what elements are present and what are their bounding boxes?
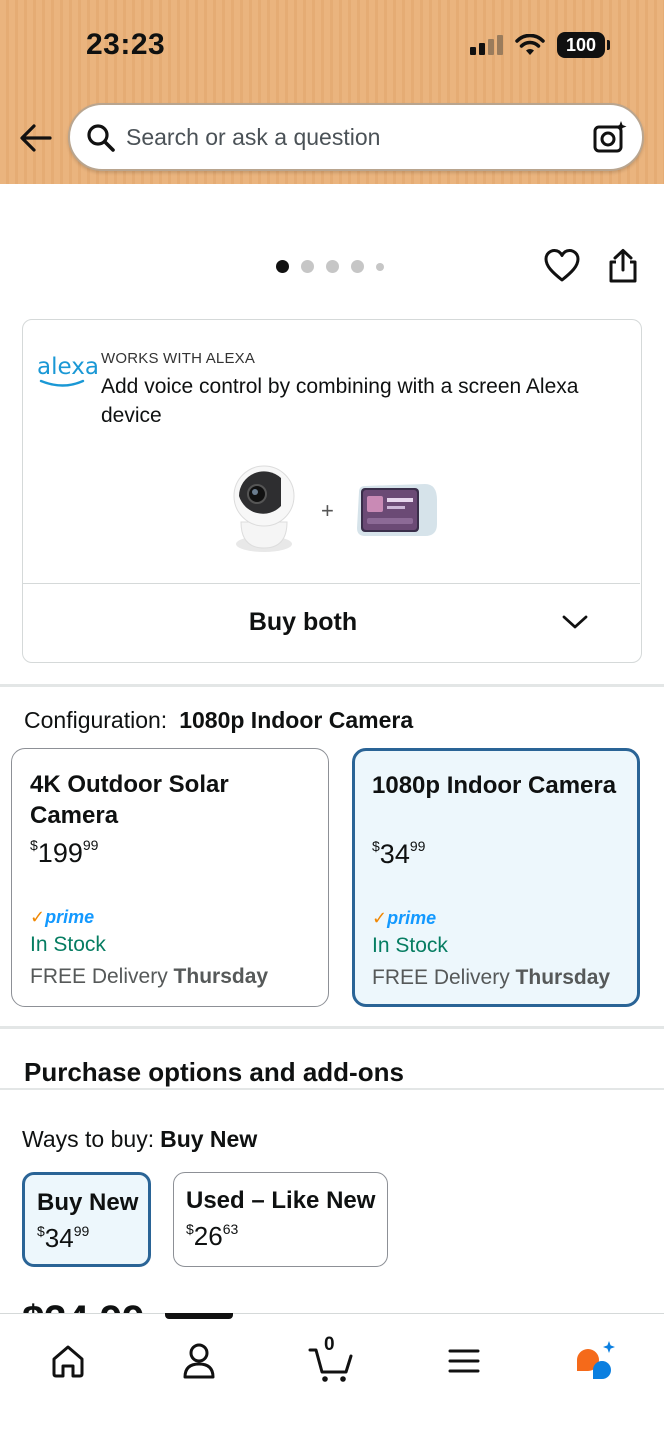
price-currency: $: [372, 838, 380, 854]
price-fraction: 63: [222, 1221, 239, 1237]
active-tab-indicator: [165, 1313, 233, 1319]
price-currency: $: [37, 1223, 45, 1239]
battery-icon: 100: [557, 32, 610, 58]
delivery-info: FREE Delivery Thursday: [372, 966, 610, 990]
price-whole: 34: [379, 839, 410, 869]
buy-option-name: Buy New: [37, 1189, 139, 1216]
configuration-label-text: Configuration:: [24, 707, 168, 733]
plus-sign: +: [321, 498, 334, 523]
delivery-prefix: FREE Delivery: [372, 966, 510, 989]
signal-icon: [470, 35, 503, 55]
carousel-dot[interactable]: [276, 260, 289, 273]
ways-selected: Buy New: [160, 1126, 258, 1152]
config-option-4k-outdoor[interactable]: 4K Outdoor Solar Camera $19999 ✓prime In…: [11, 748, 329, 1007]
prime-text: prime: [45, 907, 95, 927]
search-icon: [87, 124, 115, 152]
price-fraction: 99: [73, 1223, 90, 1239]
back-arrow-icon[interactable]: [18, 118, 54, 158]
option-name: 1080p Indoor Camera: [372, 772, 617, 799]
search-bar[interactable]: [68, 103, 644, 171]
echo-show-image[interactable]: [353, 480, 439, 540]
menu-icon[interactable]: [439, 1336, 489, 1386]
heart-icon[interactable]: [544, 248, 580, 284]
delivery-day: Thursday: [515, 966, 611, 989]
alexa-kicker: WORKS WITH ALEXA: [101, 350, 256, 367]
delivery-prefix: FREE Delivery: [30, 965, 168, 988]
purchase-options-title: Purchase options and add-ons: [24, 1057, 404, 1087]
carousel-dot[interactable]: [326, 260, 339, 273]
battery-level: 100: [565, 34, 597, 55]
alexa-smile-icon: [39, 379, 85, 387]
option-name: 4K Outdoor Solar Camera: [30, 771, 229, 829]
option-price: $19999: [30, 837, 98, 869]
config-option-1080p-indoor[interactable]: 1080p Indoor Camera $3499 ✓prime In Stoc…: [352, 748, 640, 1007]
cart-button[interactable]: 0: [306, 1334, 356, 1386]
prime-check-icon: ✓: [30, 907, 46, 927]
price-fraction: 99: [409, 838, 426, 854]
price-currency: $: [30, 837, 38, 853]
price-currency: $: [186, 1221, 194, 1237]
wifi-icon: [515, 34, 545, 55]
rufus-assistant-icon[interactable]: [571, 1336, 621, 1386]
price-whole: 34: [44, 1223, 74, 1253]
cart-count: 0: [324, 1334, 335, 1355]
prime-check-icon: ✓: [372, 908, 388, 928]
buy-option-name: Used – Like New: [186, 1187, 376, 1214]
status-icons: 100: [470, 30, 610, 60]
camera-search-icon[interactable]: [592, 119, 628, 155]
price-partially-visible: $34.99: [22, 1290, 144, 1314]
alexa-logo-text: alexa: [37, 354, 99, 380]
section-divider: [0, 1026, 664, 1029]
buy-both-label: Buy both: [248, 608, 358, 636]
option-price: $3499: [372, 838, 425, 870]
configuration-label: Configuration: 1080p Indoor Camera: [24, 707, 413, 734]
prime-badge: ✓prime: [372, 908, 436, 929]
prime-text: prime: [387, 908, 437, 928]
price-fraction: 99: [82, 837, 99, 853]
buy-option-used-like-new[interactable]: Used – Like New $2663: [173, 1172, 388, 1267]
alexa-logo: alexa: [37, 354, 99, 387]
home-icon[interactable]: [43, 1336, 93, 1386]
carousel-dot[interactable]: [376, 262, 384, 271]
account-icon[interactable]: [174, 1336, 224, 1386]
ways-label-text: Ways to buy:: [22, 1126, 155, 1152]
search-input[interactable]: [126, 117, 586, 157]
section-divider: [0, 1088, 664, 1090]
delivery-info: FREE Delivery Thursday: [30, 965, 268, 989]
chevron-down-icon: [562, 615, 588, 629]
alexa-description: Add voice control by combining with a sc…: [101, 375, 579, 427]
buy-both-toggle[interactable]: Buy both: [23, 583, 640, 661]
carousel-dot[interactable]: [301, 260, 314, 273]
bottom-navigation: 0: [0, 1313, 664, 1440]
buy-option-price: $3499: [37, 1223, 89, 1254]
buy-option-price: $2663: [186, 1221, 238, 1252]
header-bar: 23:23 100: [0, 0, 664, 184]
section-divider: [0, 684, 664, 687]
indoor-camera-image[interactable]: [229, 462, 299, 558]
image-carousel-dots[interactable]: [276, 260, 384, 273]
stock-status: In Stock: [30, 933, 106, 956]
status-time: 23:23: [86, 28, 166, 61]
stock-status: In Stock: [372, 934, 448, 957]
carousel-dot[interactable]: [351, 260, 364, 273]
price-whole: 26: [193, 1221, 223, 1251]
alexa-bundle-card: alexa WORKS WITH ALEXA Add voice control…: [22, 319, 642, 663]
price-whole: 199: [37, 838, 83, 868]
prime-badge: ✓prime: [30, 907, 94, 928]
delivery-day: Thursday: [173, 965, 269, 988]
configuration-selected: 1080p Indoor Camera: [179, 707, 414, 733]
ways-to-buy-label: Ways to buy: Buy New: [22, 1126, 257, 1153]
share-icon[interactable]: [606, 248, 640, 284]
buy-option-new[interactable]: Buy New $3499: [22, 1172, 151, 1267]
